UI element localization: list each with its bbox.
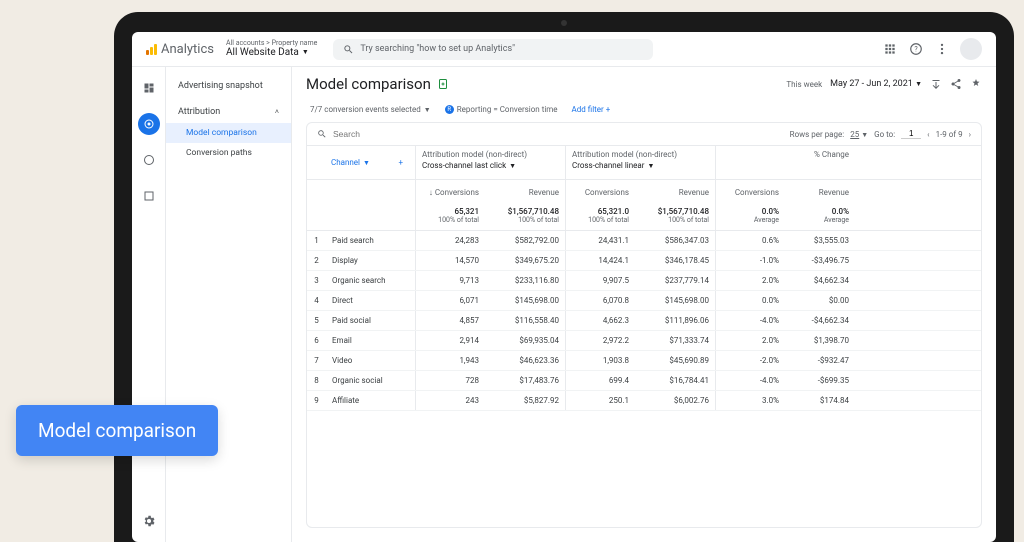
table-row[interactable]: 1Paid search24,283$582,792.0024,431.1$58… [307, 231, 981, 251]
group-a-title: Attribution model (non-direct) [422, 150, 559, 159]
filter-reporting[interactable]: RReporting = Conversion time [441, 103, 562, 116]
rail-explore-icon[interactable] [138, 149, 160, 171]
col-a-rev[interactable]: Revenue [485, 180, 565, 202]
avatar[interactable] [960, 38, 982, 60]
goto-label: Go to: [874, 130, 895, 139]
col-b-rev[interactable]: Revenue [635, 180, 715, 202]
analytics-icon [146, 44, 157, 55]
filter-events[interactable]: 7/7 conversion events selected ▼ [306, 103, 435, 116]
export-icon[interactable] [437, 78, 449, 90]
nav-rail [132, 67, 166, 542]
sidebar: Advertising snapshot Attribution ˄ Model… [166, 67, 292, 542]
comparison-table: Rows per page: 25 ▼ Go to: ‹ 1-9 of 9 › … [306, 122, 982, 528]
group-b-model-select[interactable]: Cross-channel linear ▼ [572, 161, 709, 170]
table-row[interactable]: 7Video1,943$46,623.361,903.8$45,690.89-2… [307, 351, 981, 371]
group-b-title: Attribution model (non-direct) [572, 150, 709, 159]
col-a-conv[interactable]: ↓ Conversions [415, 180, 485, 202]
page-range: 1-9 of 9 [936, 130, 963, 139]
table-row[interactable]: 2Display14,570$349,675.2014,424.1$346,17… [307, 251, 981, 271]
rail-home-icon[interactable] [138, 77, 160, 99]
page-prev[interactable]: ‹ [927, 130, 929, 139]
rail-configure-icon[interactable] [138, 185, 160, 207]
rows-per-page-select[interactable]: 25 ▼ [850, 130, 868, 139]
sidebar-item-model-comparison[interactable]: Model comparison [166, 123, 291, 143]
channel-column-header[interactable]: Channel ▼+ [325, 146, 415, 179]
add-filter-button[interactable]: Add filter + [568, 103, 615, 116]
col-c-conv[interactable]: Conversions [715, 180, 785, 202]
col-c-rev[interactable]: Revenue [785, 180, 855, 202]
global-search[interactable]: Try searching "how to set up Analytics" [333, 39, 653, 60]
help-icon[interactable]: ? [908, 41, 924, 57]
brand-name: Analytics [161, 42, 214, 57]
more-icon[interactable] [934, 41, 950, 57]
search-icon [317, 129, 327, 139]
group-a-model-select[interactable]: Cross-channel last click ▼ [422, 161, 559, 170]
table-row[interactable]: 6Email2,914$69,935.042,972.2$71,333.742.… [307, 331, 981, 351]
table-row[interactable]: 9Affiliate243$5,827.92250.1$6,002.763.0%… [307, 391, 981, 411]
col-b-conv[interactable]: Conversions [565, 180, 635, 202]
account-selected: All Website Data [226, 47, 299, 58]
svg-text:?: ? [914, 45, 918, 53]
table-row[interactable]: 8Organic social728$17,483.76699.4$16,784… [307, 371, 981, 391]
page-next[interactable]: › [969, 130, 971, 139]
search-placeholder: Try searching "how to set up Analytics" [360, 44, 515, 54]
account-breadcrumb: All accounts > Property name [226, 40, 317, 48]
table-row[interactable]: 5Paid social4,857$116,558.404,662.3$111,… [307, 311, 981, 331]
share-icon[interactable] [950, 78, 962, 90]
insights-icon[interactable] [970, 78, 982, 90]
rail-advertising-icon[interactable] [138, 113, 160, 135]
goto-input[interactable] [901, 129, 921, 139]
sidebar-item-conversion-paths[interactable]: Conversion paths [166, 143, 291, 163]
sidebar-section-attribution[interactable]: Attribution ˄ [166, 101, 291, 123]
sidebar-snapshot[interactable]: Advertising snapshot [166, 77, 291, 95]
table-row[interactable]: 3Organic search9,713$233,116.809,907.5$2… [307, 271, 981, 291]
settings-icon[interactable] [138, 510, 160, 532]
date-label: This week [786, 80, 822, 89]
search-icon [343, 44, 354, 55]
date-range[interactable]: May 27 - Jun 2, 2021 ▼ [830, 79, 922, 89]
table-search-input[interactable] [333, 129, 784, 139]
table-row[interactable]: 4Direct6,071$145,698.006,070.8$145,698.0… [307, 291, 981, 311]
callout-label: Model comparison [16, 405, 218, 456]
download-icon[interactable] [930, 78, 942, 90]
rows-per-page-label: Rows per page: [790, 130, 845, 139]
page-title: Model comparison [306, 75, 431, 93]
add-dimension-icon[interactable]: + [392, 152, 409, 173]
group-c-title: % Change [722, 150, 849, 159]
analytics-logo[interactable]: Analytics [146, 42, 214, 57]
totals-row: 65,321100% of total $1,567,710.48100% of… [307, 202, 981, 231]
account-switcher[interactable]: All accounts > Property name All Website… [226, 40, 317, 59]
chevron-up-icon: ˄ [275, 108, 279, 116]
apps-icon[interactable] [882, 41, 898, 57]
app-header: Analytics All accounts > Property name A… [132, 32, 996, 67]
chevron-down-icon: ▼ [302, 49, 309, 57]
